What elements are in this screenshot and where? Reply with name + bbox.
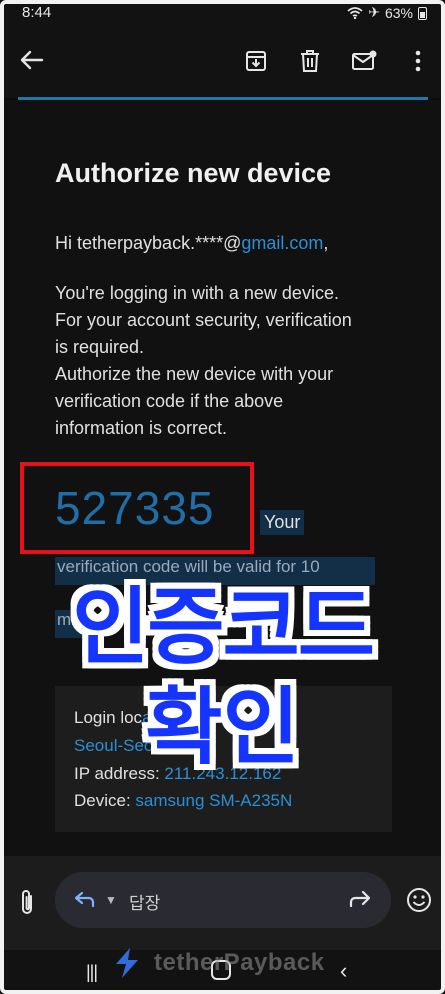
reply-dropdown-icon[interactable]: ▼	[105, 893, 117, 907]
paragraph-line: information is correct.	[55, 418, 228, 438]
status-bar: 8:44 ✈ 63%	[0, 0, 445, 26]
paragraph-line: Authorize the new device with your	[55, 364, 334, 384]
arrow-left-icon[interactable]	[18, 46, 46, 74]
watermark: tetherPayback	[108, 944, 325, 982]
email-greeting: Hi tetherpayback.****@gmail.com,	[55, 233, 328, 254]
app-bar	[0, 26, 445, 98]
trash-icon	[301, 50, 319, 72]
paragraph-line: verification code if the above	[55, 391, 284, 411]
nav-back-icon[interactable]: ‹	[340, 958, 347, 984]
airplane-icon: ✈	[368, 4, 380, 20]
mark-unread-button[interactable]	[347, 44, 381, 78]
greeting-text: Hi tetherpayback.****@	[55, 233, 242, 253]
device-label: Device:	[74, 791, 136, 810]
more-vert-icon	[415, 50, 421, 72]
watermark-text: tetherPayback	[154, 949, 325, 976]
greeting-suffix: ,	[323, 233, 329, 253]
email-paragraph: You're logging in with a new device. For…	[55, 280, 395, 442]
reply-label: 답장	[129, 894, 161, 913]
delete-button[interactable]	[293, 44, 327, 78]
paragraph-line: For your account security, verification	[55, 310, 352, 330]
toolbar-actions	[239, 44, 435, 78]
status-icons: ✈ 63%	[347, 4, 427, 21]
forward-icon[interactable]	[349, 889, 373, 911]
wifi-icon	[347, 6, 363, 19]
reply-input[interactable]: ▼ 답장	[55, 872, 391, 928]
battery-level: 63%	[384, 4, 413, 21]
status-time: 8:44	[22, 4, 52, 21]
device-row: Device: samsung SM-A235N	[74, 791, 292, 811]
emoji-icon[interactable]	[405, 886, 433, 914]
device-value: samsung SM-A235N	[135, 791, 293, 810]
paragraph-line: You're logging in with a new device.	[55, 283, 339, 303]
email-title: Authorize new device	[55, 158, 332, 188]
battery-icon	[418, 6, 427, 20]
mark-unread-icon	[352, 50, 377, 70]
code-highlight-box	[20, 462, 254, 554]
reply-bar: ▼ 답장	[0, 856, 445, 950]
attachment-icon[interactable]	[14, 888, 40, 918]
code-after-text: Your	[260, 510, 305, 535]
email-domain-link[interactable]: gmail.com	[241, 233, 323, 253]
archive-icon	[246, 51, 266, 71]
reply-icon	[74, 891, 95, 908]
watermark-logo-icon	[116, 948, 138, 978]
more-options-button[interactable]	[401, 44, 435, 78]
recents-icon[interactable]: |||	[86, 962, 98, 983]
archive-button[interactable]	[239, 44, 273, 78]
overlay-caption-line2: 확인	[145, 678, 300, 776]
paragraph-line: is required.	[55, 337, 145, 357]
